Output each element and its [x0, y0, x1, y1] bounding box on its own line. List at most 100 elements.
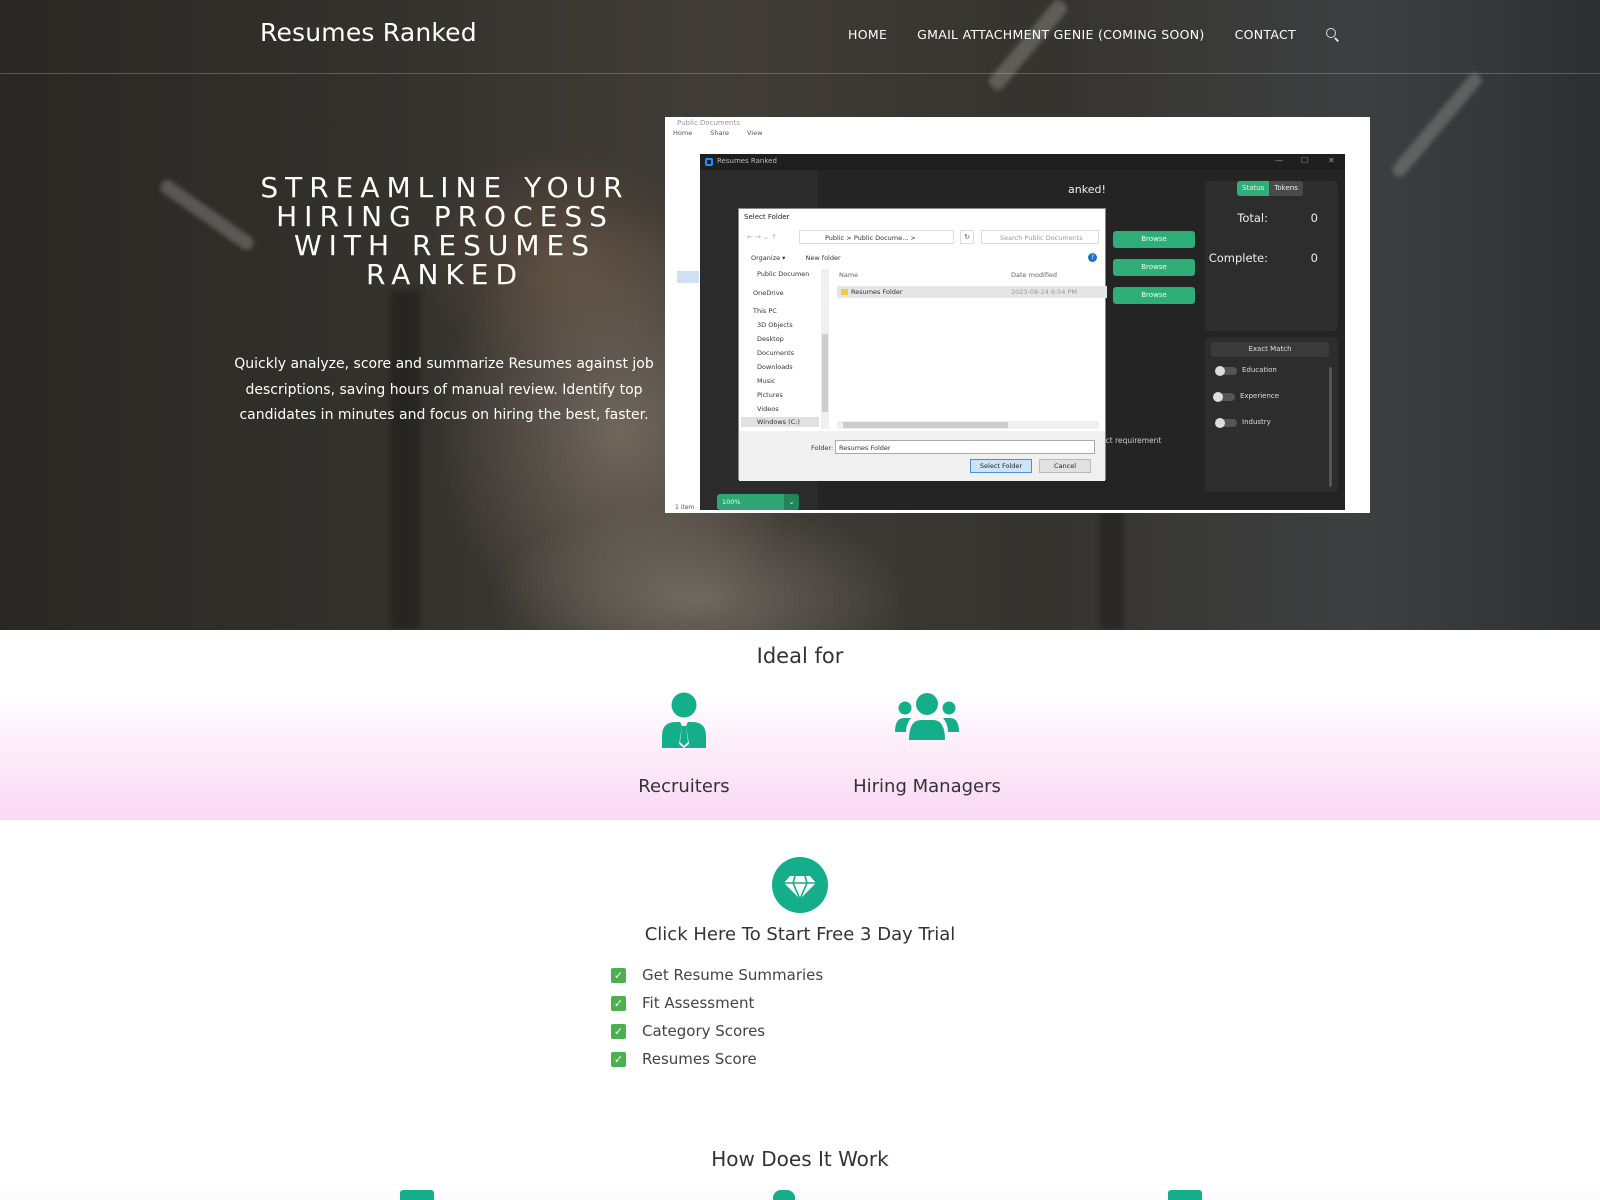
tab-status: Status — [1237, 181, 1270, 196]
app-titlebar: Resumes Ranked — ☐ ✕ — [700, 154, 1345, 170]
feature-item: ✓ Get Resume Summaries — [611, 966, 823, 994]
feature-item: ✓ Category Scores — [611, 1022, 823, 1050]
user-tie-icon — [662, 692, 706, 748]
search-icon[interactable] — [1326, 27, 1340, 42]
toggle-label: Experience — [1240, 392, 1280, 400]
toggle-label: Education — [1242, 366, 1277, 374]
file-icon — [400, 1190, 434, 1200]
exact-match-header: Exact Match — [1211, 342, 1329, 357]
app-screenshot: Public Documents Home Share View 1 item … — [665, 117, 1370, 513]
select-folder-dialog: Select Folder ← → ⌄ ↑ Public > Public Do… — [738, 208, 1107, 481]
how-it-works-title: How Does It Work — [711, 1147, 889, 1171]
browse-button: Browse — [1113, 287, 1195, 304]
folder-input: Resumes Folder — [835, 440, 1095, 454]
toggle-experience — [1213, 392, 1235, 402]
dialog-title: Select Folder — [744, 213, 790, 221]
status-tokens-toggle: Status Tokens — [1237, 181, 1303, 196]
checkbox-icon: ✓ — [611, 996, 626, 1011]
tree-scrollbar — [821, 269, 829, 429]
ideal-for-section: Ideal for Recruiters Hiring Managers — [0, 630, 1600, 820]
tree-item: Music — [757, 377, 776, 385]
complete-value: 0 — [1310, 251, 1318, 265]
feature-label: Resumes Score — [642, 1050, 757, 1068]
tree-item: Desktop — [757, 335, 784, 343]
toggle-label: Industry — [1242, 418, 1271, 426]
scrollbar — [1329, 367, 1332, 487]
brand-logo[interactable]: Resumes Ranked — [260, 18, 477, 47]
new-folder-button: New folder — [805, 254, 841, 262]
feature-label: Fit Assessment — [642, 994, 755, 1012]
folder-tree: Public Documen OneDrive This PC 3D Objec… — [739, 267, 831, 429]
explorer-status: 1 item — [675, 504, 695, 511]
tree-item-selected: Windows (C:) — [741, 417, 819, 427]
dialog-footer — [739, 431, 1105, 481]
toggle-education — [1215, 366, 1237, 376]
tree-item: OneDrive — [753, 289, 784, 297]
step-icon — [773, 1190, 795, 1200]
audience-hiring-managers: Hiring Managers — [827, 692, 1027, 797]
feature-item: ✓ Resumes Score — [611, 1050, 823, 1078]
column-date: Date modified — [1011, 271, 1058, 279]
dialog-toolbar: Organize ▾ New folder — [751, 254, 859, 262]
folder-label: Folder: — [811, 444, 834, 452]
nav-gmail-attachment-genie[interactable]: GMAIL ATTACHMENT GENIE (COMING SOON) — [917, 27, 1204, 42]
complete-label: Complete: — [1208, 251, 1268, 265]
checkbox-icon: ✓ — [611, 1052, 626, 1067]
file-icon — [1168, 1190, 1202, 1200]
ui-scaling-select: 100% ⌄ — [717, 494, 799, 510]
tree-item: Pictures — [757, 391, 783, 399]
selected-file — [677, 271, 699, 283]
tree-item: This PC — [753, 307, 777, 315]
site-header: Resumes Ranked HOME GMAIL ATTACHMENT GEN… — [0, 0, 1600, 74]
tree-item: Downloads — [757, 363, 793, 371]
column-name: Name — [839, 271, 859, 279]
close-icon: ✕ — [1328, 156, 1335, 165]
checkbox-icon: ✓ — [611, 1024, 626, 1039]
total-label: Total: — [1237, 211, 1268, 225]
tree-item: Videos — [757, 405, 779, 413]
minimize-icon: — — [1275, 156, 1283, 165]
exact-match-panel: Exact Match Education Experience Industr… — [1205, 337, 1338, 492]
feature-label: Get Resume Summaries — [642, 966, 824, 984]
feature-list: ✓ Get Resume Summaries ✓ Fit Assessment ✓ C… — [611, 966, 823, 1078]
folder-name: Resumes Folder — [851, 288, 903, 296]
diamond-icon — [784, 875, 816, 901]
explorer-title: Public Documents — [677, 119, 740, 127]
browse-button: Browse — [1113, 231, 1195, 248]
tree-item: Public Documen — [757, 270, 810, 278]
refresh-icon: ↻ — [960, 230, 974, 244]
folder-icon — [841, 289, 848, 295]
start-trial-link[interactable]: Click Here To Start Free 3 Day Trial — [0, 924, 1600, 945]
ideal-for-title: Ideal for — [756, 644, 844, 668]
total-value: 0 — [1310, 211, 1318, 225]
nav-home[interactable]: HOME — [848, 27, 887, 42]
organize-menu: Organize ▾ — [751, 254, 786, 262]
how-it-works-strip — [0, 1190, 1600, 1200]
hero-description: Quickly analyze, score and summarize Res… — [234, 356, 654, 423]
tree-item: Documents — [757, 349, 795, 357]
toggle-industry — [1215, 418, 1237, 428]
maximize-icon: ☐ — [1301, 156, 1309, 165]
status-panel: Status Tokens Total: 0 Complete: 0 — [1205, 181, 1338, 331]
ribbon-tab: Share — [710, 129, 729, 137]
diamond-icon-badge[interactable] — [772, 857, 828, 913]
ribbon-tab: Home — [673, 129, 693, 137]
cancel-button: Cancel — [1039, 459, 1091, 473]
app-welcome: anked! — [1068, 183, 1106, 196]
ribbon-tab: View — [746, 129, 763, 137]
browse-button: Browse — [1113, 259, 1195, 276]
explorer-nav-pane — [665, 141, 700, 513]
chevron-down-icon: ⌄ — [784, 494, 799, 510]
users-icon — [895, 693, 959, 740]
resumes-ranked-app: Resumes Ranked — ☐ ✕ UI Scaling: 100% ⌄ … — [700, 154, 1345, 510]
hero-title: STREAMLINE YOUR HIRING PROCESS WITH RESU… — [260, 171, 630, 291]
nav-contact[interactable]: CONTACT — [1235, 27, 1296, 42]
tab-tokens: Tokens — [1274, 184, 1298, 192]
select-folder-button: Select Folder — [970, 459, 1032, 473]
feature-label: Category Scores — [642, 1022, 766, 1040]
feature-item: ✓ Fit Assessment — [611, 994, 823, 1022]
help-icon: ? — [1088, 253, 1097, 262]
tree-item: 3D Objects — [757, 321, 793, 329]
checkbox-icon: ✓ — [611, 968, 626, 983]
audience-label: Recruiters — [638, 776, 730, 797]
